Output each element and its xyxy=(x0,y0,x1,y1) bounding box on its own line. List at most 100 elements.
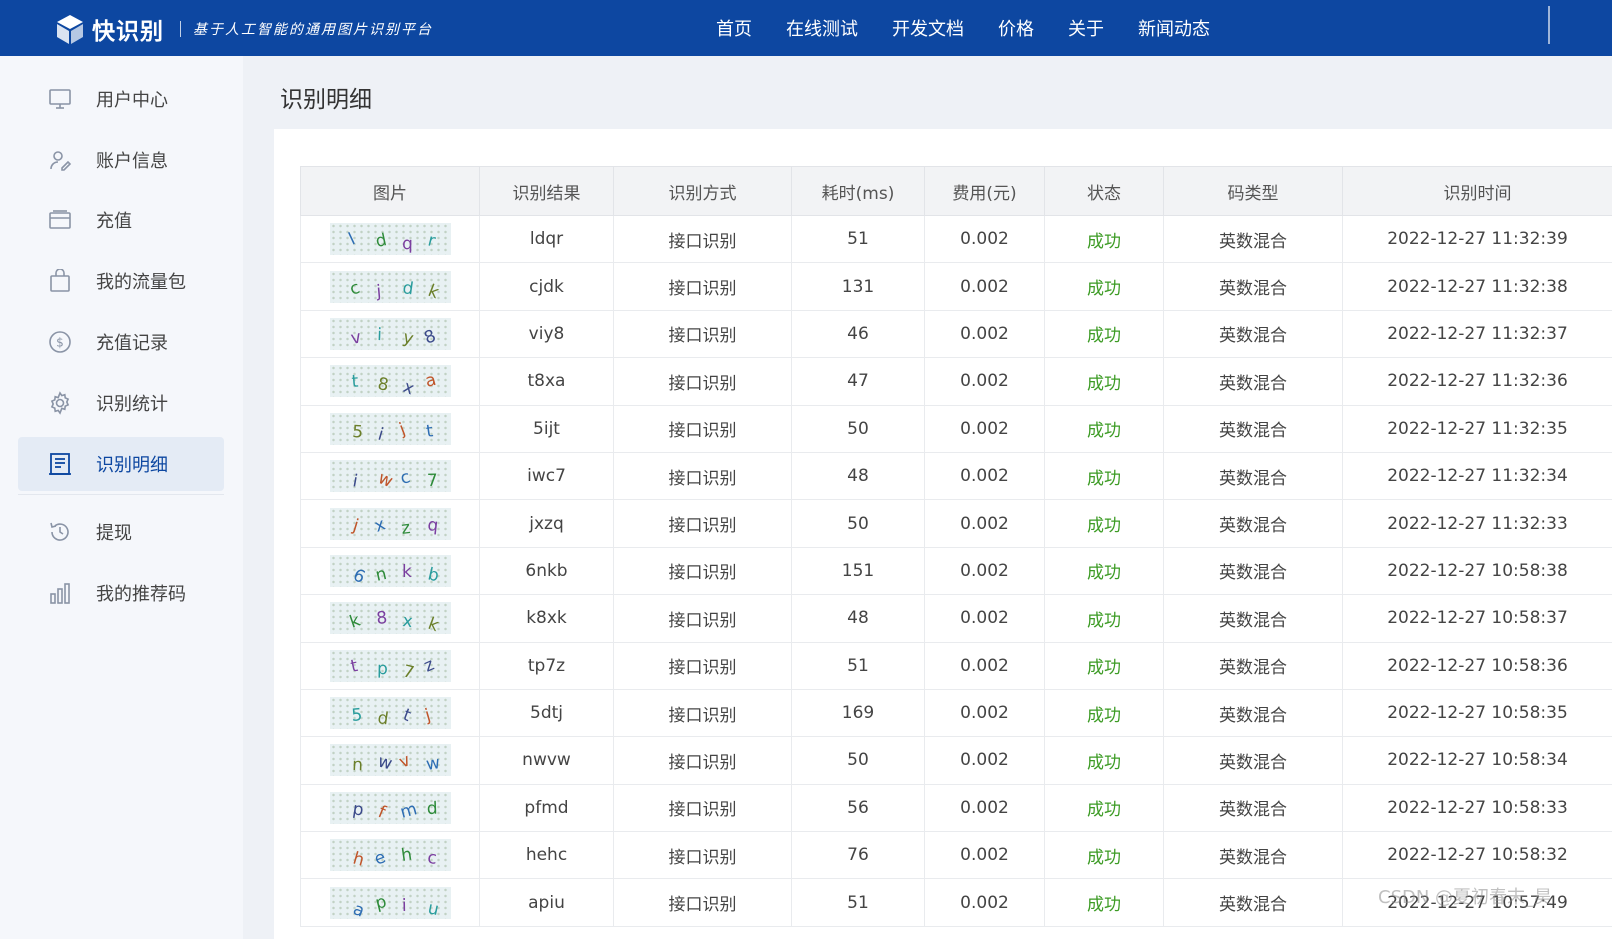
col-header-method: 识别方式 xyxy=(613,166,792,216)
cell-result: ldqr xyxy=(479,214,614,264)
sidebar-item-withdraw[interactable]: 提现 xyxy=(18,505,224,559)
cell-recognition-time: 2022-12-27 10:58:36 xyxy=(1342,641,1612,690)
cell-result: 5ijt xyxy=(479,404,614,453)
captcha-glyphs: 5dtj xyxy=(350,705,432,729)
captcha-char: z xyxy=(421,654,437,676)
cell-recognition-time: 2022-12-27 11:32:39 xyxy=(1342,214,1612,264)
captcha-char: j xyxy=(349,515,360,536)
captcha-char: 6 xyxy=(349,565,367,587)
cell-time-ms: 47 xyxy=(791,357,925,406)
cell-method: 接口识别 xyxy=(613,878,792,927)
cell-status: 成功 xyxy=(1044,831,1164,880)
cell-recognition-time: 2022-12-27 10:58:32 xyxy=(1342,831,1612,880)
cell-status: 成功 xyxy=(1044,641,1164,690)
cell-result: k8xk xyxy=(479,594,614,643)
table-row: 5 i j t 5ijt 接口识别 50 0.002 成功 英数混合 2022-12-27 11:3… xyxy=(300,404,1612,453)
cell-fee: 0.002 xyxy=(924,546,1045,596)
sidebar-item-user-center[interactable]: 用户中心 xyxy=(18,72,224,126)
captcha-char: t xyxy=(424,421,434,442)
captcha-char: x xyxy=(400,377,417,397)
captcha-image[interactable]: 5dtj xyxy=(329,697,451,730)
cell-status: 成功 xyxy=(1044,878,1164,927)
cell-image: cjdk xyxy=(300,262,480,311)
captcha-char: z xyxy=(400,518,411,539)
captcha-glyphs: 6nkb xyxy=(349,562,440,587)
captcha-image[interactable]: t8xa xyxy=(329,365,451,398)
captcha-glyphs: k8xk xyxy=(347,608,441,634)
sidebar-item-recharge-records[interactable]: $ 充值记录 xyxy=(18,315,224,369)
sidebar-item-account-info[interactable]: 账户信息 xyxy=(18,133,224,187)
cell-status: 成功 xyxy=(1044,451,1164,501)
captcha-image[interactable]: pfmd xyxy=(329,791,451,824)
captcha-glyphs: tp7z xyxy=(348,654,437,681)
col-header-image: 图片 xyxy=(300,166,480,216)
table-row: v i y 8 viy8 接口识别 46 0.002 成功 英数混合 2022-12-27 11:3… xyxy=(300,309,1612,359)
sidebar-item-recognition-details[interactable]: 识别明细 xyxy=(18,437,224,491)
cell-status: 成功 xyxy=(1044,594,1164,643)
captcha-char: m xyxy=(398,799,419,823)
captcha-image[interactable]: viy8 xyxy=(329,317,451,350)
captcha-image[interactable]: ldqr xyxy=(329,223,451,256)
cell-method: 接口识别 xyxy=(613,783,792,833)
cell-method: 接口识别 xyxy=(613,357,792,406)
cell-code-type: 英数混合 xyxy=(1163,783,1343,833)
nav-divider xyxy=(1548,6,1550,44)
nav-about[interactable]: 关于 xyxy=(1068,15,1104,41)
cell-method: 接口识别 xyxy=(613,641,792,690)
captcha-char: a xyxy=(350,899,367,919)
captcha-image[interactable]: jxzq xyxy=(329,507,451,540)
cell-time-ms: 50 xyxy=(791,499,925,548)
captcha-image[interactable]: k8xk xyxy=(329,602,451,635)
sidebar-item-recognition-stats[interactable]: 识别统计 xyxy=(18,376,224,430)
cell-time-ms: 151 xyxy=(791,546,925,596)
nav-news[interactable]: 新闻动态 xyxy=(1138,15,1210,41)
sidebar-item-recharge[interactable]: 充值 xyxy=(18,193,224,247)
col-header-result: 识别结果 xyxy=(479,166,614,216)
captcha-char: 5 xyxy=(351,422,363,443)
table-header-row: 图片 识别结果 识别方式 耗时(ms) 费用(元) 状态 码类型 识别时间 xyxy=(300,166,1612,216)
captcha-image[interactable]: hehc xyxy=(329,839,451,872)
cell-image: 6nkb xyxy=(300,546,480,596)
captcha-glyphs: cjdk xyxy=(347,277,441,302)
nav-pricing[interactable]: 价格 xyxy=(998,15,1034,41)
captcha-image[interactable]: 6nkb xyxy=(329,554,451,587)
table-row: t p 7 z tp7z 接口识别 51 0.002 成功 英数混合 2022-12-27 10:5… xyxy=(300,641,1612,690)
cell-image: iwc7 xyxy=(300,451,480,501)
cell-result: t8xa xyxy=(479,357,614,406)
sidebar-item-traffic-pack[interactable]: 我的流量包 xyxy=(18,254,224,308)
captcha-image[interactable]: nwvw xyxy=(329,744,451,777)
captcha-image[interactable]: cjdk xyxy=(329,270,451,303)
nav-online-test[interactable]: 在线测试 xyxy=(786,15,858,41)
captcha-image[interactable]: apiu xyxy=(329,886,451,919)
user-edit-icon xyxy=(50,151,72,171)
cell-code-type: 英数混合 xyxy=(1163,831,1343,880)
nav-home[interactable]: 首页 xyxy=(716,15,752,41)
table-row: 5 d t j 5dtj 接口识别 169 0.002 成功 英数混合 2022-12-27 10:… xyxy=(300,688,1612,738)
logo[interactable]: 快识别 基于人工智能的通用图片识别平台 xyxy=(54,12,433,46)
captcha-char: d xyxy=(373,230,388,252)
captcha-image[interactable]: tp7z xyxy=(329,649,451,682)
captcha-char: t xyxy=(350,372,358,392)
details-panel: 图片 识别结果 识别方式 耗时(ms) 费用(元) 状态 码类型 识别时间 ld… xyxy=(274,129,1612,939)
sidebar-item-label: 识别统计 xyxy=(96,394,168,415)
col-header-status: 状态 xyxy=(1044,166,1164,216)
cell-fee: 0.002 xyxy=(924,831,1045,880)
sidebar-item-label: 我的流量包 xyxy=(96,272,186,293)
sidebar-item-referral-code[interactable]: 我的推荐码 xyxy=(18,566,224,620)
captcha-char: i xyxy=(351,471,359,492)
cell-fee: 0.002 xyxy=(924,641,1045,690)
cell-status: 成功 xyxy=(1044,262,1164,311)
cell-fee: 0.002 xyxy=(924,262,1045,311)
cell-image: 5ijt xyxy=(300,404,480,453)
sidebar-divider xyxy=(18,494,224,495)
captcha-image[interactable]: 5ijt xyxy=(329,412,451,445)
captcha-char: k xyxy=(402,562,412,582)
nav-docs[interactable]: 开发文档 xyxy=(892,15,964,41)
cell-image: viy8 xyxy=(300,309,480,359)
captcha-char: h xyxy=(350,849,366,871)
captcha-image[interactable]: iwc7 xyxy=(329,460,451,493)
col-header-fee: 费用(元) xyxy=(924,166,1045,216)
cell-code-type: 英数混合 xyxy=(1163,499,1343,548)
cell-recognition-time: 2022-12-27 10:58:35 xyxy=(1342,688,1612,738)
captcha-char: i xyxy=(401,896,406,916)
